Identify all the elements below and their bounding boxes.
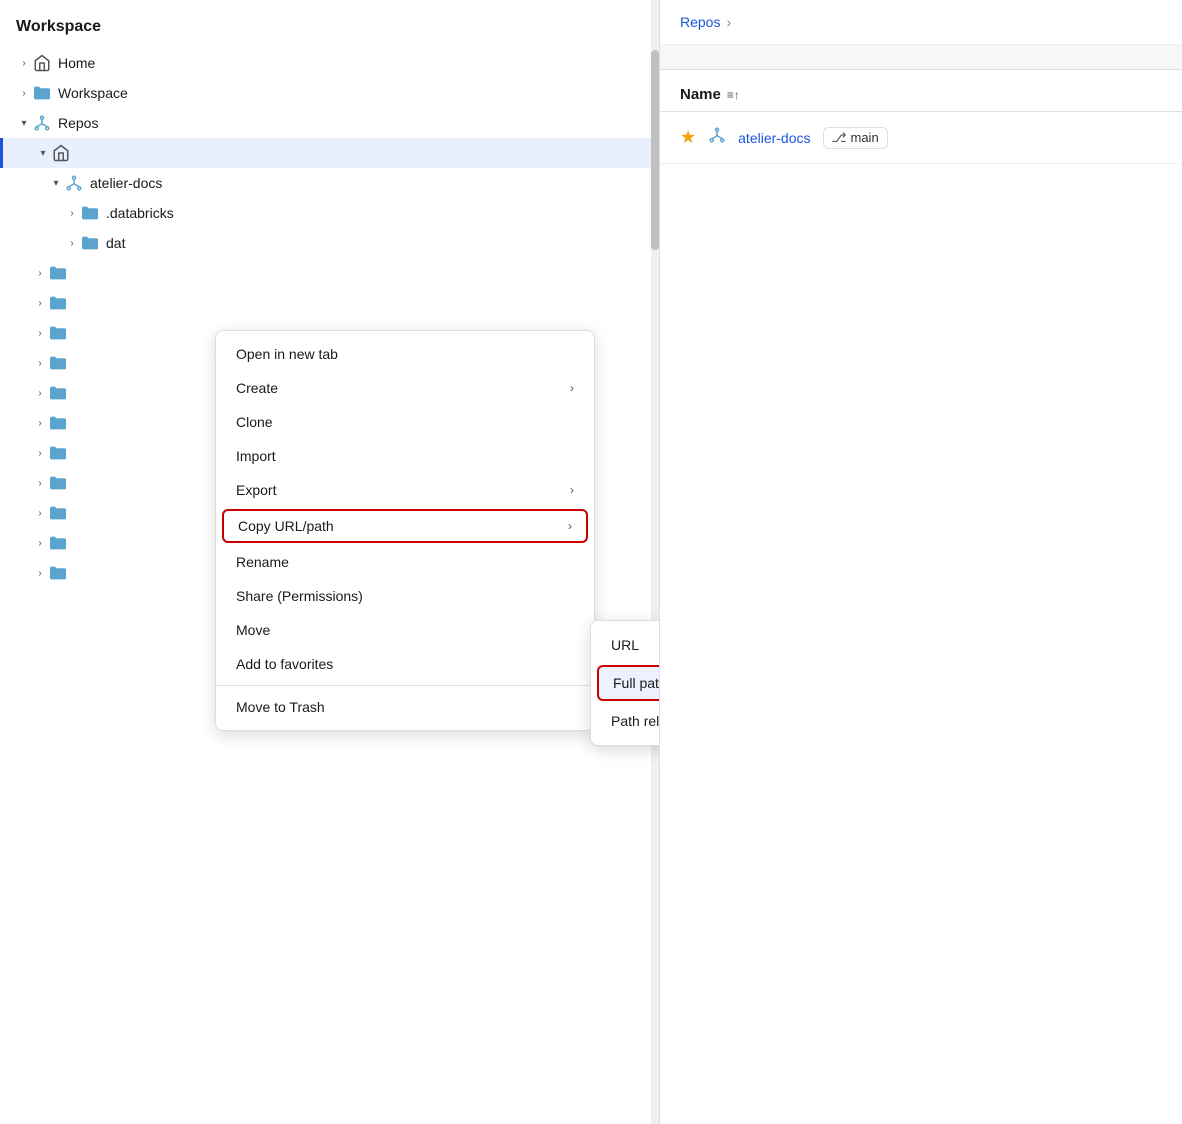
- folder-icon-f8: [48, 473, 68, 493]
- star-icon[interactable]: ★: [680, 127, 696, 148]
- ctx-rename[interactable]: Rename: [216, 545, 594, 579]
- ctx-create[interactable]: Create ›: [216, 371, 594, 405]
- tree-label-atelier-docs: atelier-docs: [90, 175, 162, 191]
- chevron-f3: [32, 325, 48, 341]
- tree-item-repos[interactable]: Repos: [0, 108, 659, 138]
- scrollbar-thumb[interactable]: [651, 50, 659, 250]
- tree-label-workspace: Workspace: [58, 85, 128, 101]
- context-menu: Open in new tab Create › Clone Import Ex…: [215, 330, 595, 731]
- home-icon: [32, 53, 52, 73]
- chevron-f8: [32, 475, 48, 491]
- scrollbar[interactable]: [651, 0, 659, 1124]
- left-panel: Workspace Home Workspace R: [0, 0, 660, 1124]
- chevron-dat: [64, 235, 80, 251]
- ctx-open-new-tab[interactable]: Open in new tab: [216, 337, 594, 371]
- tree-item-databricks[interactable]: .databricks: [0, 198, 659, 228]
- ctx-clone[interactable]: Clone: [216, 405, 594, 439]
- ctx-share-permissions[interactable]: Share (Permissions): [216, 579, 594, 613]
- breadcrumb-separator: ›: [726, 14, 731, 30]
- col-header-name: Name ≡↑: [680, 86, 1162, 103]
- chevron-f9: [32, 505, 48, 521]
- tree-item-home-root[interactable]: [0, 138, 659, 168]
- tree-item-atelier-docs[interactable]: atelier-docs: [0, 168, 659, 198]
- breadcrumb: Repos ›: [660, 0, 1182, 45]
- folder-icon-f7: [48, 443, 68, 463]
- tree-item-f1[interactable]: [0, 258, 659, 288]
- folder-icon-f1: [48, 263, 68, 283]
- folder-icon-dat: [80, 233, 100, 253]
- breadcrumb-repos-link[interactable]: Repos: [680, 14, 720, 30]
- repo-icon-repos: [32, 113, 52, 133]
- chevron-f6: [32, 415, 48, 431]
- folder-icon-f2: [48, 293, 68, 313]
- folder-icon-f4: [48, 353, 68, 373]
- repo-branch-icon: [708, 126, 726, 149]
- arrow-copy-url-icon: ›: [568, 519, 572, 533]
- ctx-move-to-trash[interactable]: Move to Trash: [216, 690, 594, 724]
- chevron-f1: [32, 265, 48, 281]
- submenu-path-relative-root[interactable]: Path relative to Root: [591, 703, 660, 739]
- ctx-import[interactable]: Import: [216, 439, 594, 473]
- folder-icon-f9: [48, 503, 68, 523]
- folder-icon-databricks: [80, 203, 100, 223]
- tree-label-repos: Repos: [58, 115, 98, 131]
- ctx-copy-url-path[interactable]: Copy URL/path ›: [222, 509, 588, 543]
- column-header-row: Name ≡↑: [660, 70, 1182, 111]
- folder-icon-f5: [48, 383, 68, 403]
- folder-icon-f3: [48, 323, 68, 343]
- sort-icon[interactable]: ≡↑: [727, 88, 740, 102]
- tree-item-f2[interactable]: [0, 288, 659, 318]
- chevron-f5: [32, 385, 48, 401]
- chevron-home: [16, 55, 32, 71]
- chevron-f2: [32, 295, 48, 311]
- folder-icon-f11: [48, 563, 68, 583]
- chevron-databricks: [64, 205, 80, 221]
- ctx-export[interactable]: Export ›: [216, 473, 594, 507]
- chevron-f10: [32, 535, 48, 551]
- repo-icon-atelier-docs: [64, 173, 84, 193]
- tree-item-dat[interactable]: dat: [0, 228, 659, 258]
- arrow-export-icon: ›: [570, 483, 574, 497]
- ctx-separator: [216, 685, 594, 686]
- submenu-url[interactable]: URL: [591, 627, 660, 663]
- chevron-f4: [32, 355, 48, 371]
- submenu-copy-url: URL Full path Path relative to Root: [590, 620, 660, 746]
- folder-icon-f6: [48, 413, 68, 433]
- workspace-title: Workspace: [0, 0, 659, 48]
- home-root-icon: [51, 143, 71, 163]
- chevron-repos: [16, 115, 32, 131]
- tree-item-home[interactable]: Home: [0, 48, 659, 78]
- chevron-workspace: [16, 85, 32, 101]
- tree-label-dat: dat: [106, 235, 125, 251]
- branch-icon: ⎇: [832, 130, 847, 146]
- repo-name-link[interactable]: atelier-docs: [738, 130, 810, 146]
- branch-badge: ⎇ main: [823, 127, 888, 149]
- tree-label-databricks: .databricks: [106, 205, 174, 221]
- chevron-f11: [32, 565, 48, 581]
- chevron-atelier-docs: [48, 175, 64, 191]
- right-header: [660, 45, 1182, 70]
- chevron-f7: [32, 445, 48, 461]
- submenu-full-path[interactable]: Full path: [597, 665, 660, 701]
- repo-row: ★ atelier-docs ⎇ main: [660, 112, 1182, 164]
- arrow-create-icon: ›: [570, 381, 574, 395]
- tree-item-workspace[interactable]: Workspace: [0, 78, 659, 108]
- tree-label-home: Home: [58, 55, 95, 71]
- ctx-move[interactable]: Move: [216, 613, 594, 647]
- folder-icon-workspace: [32, 83, 52, 103]
- chevron-home-root: [35, 145, 51, 161]
- folder-icon-f10: [48, 533, 68, 553]
- ctx-add-favorites[interactable]: Add to favorites: [216, 647, 594, 681]
- right-panel: Repos › Name ≡↑ ★ atelier-docs ⎇ main: [660, 0, 1182, 1124]
